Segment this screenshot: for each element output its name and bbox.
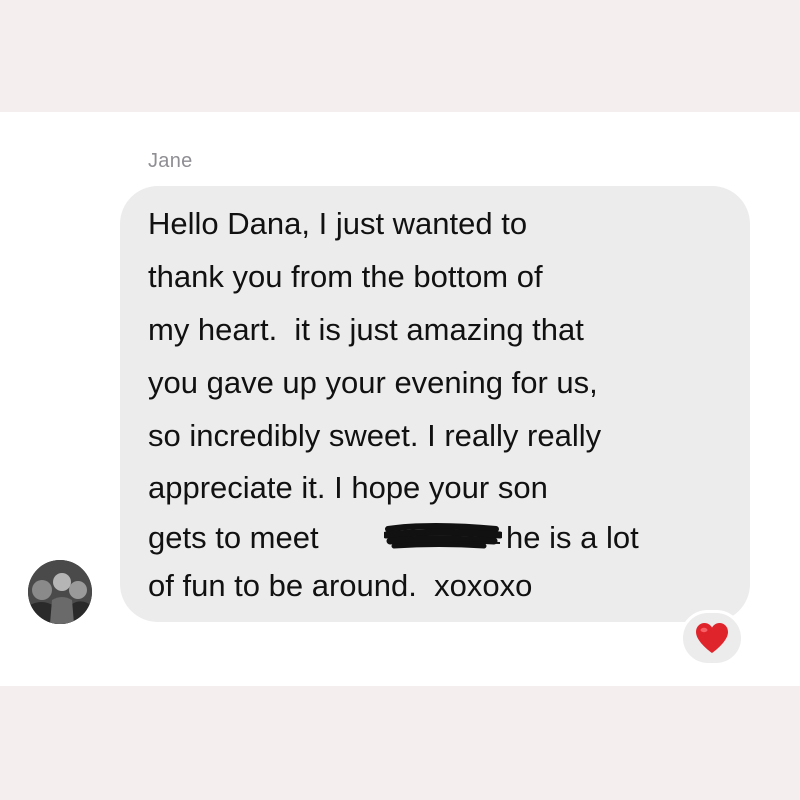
message-line: gets to meet (148, 520, 319, 555)
message-line: thank you from the bottom of (148, 259, 543, 294)
top-background (0, 0, 800, 112)
redaction-scribble (384, 523, 502, 549)
heart-icon (696, 623, 728, 653)
message-line: he is a lot (506, 520, 639, 555)
message-line: Hello Dana, I just wanted to (148, 206, 528, 241)
avatar[interactable] (28, 560, 92, 624)
reaction-badge[interactable] (680, 610, 744, 666)
message-line: so incredibly sweet. I really really (148, 418, 602, 453)
message-line: my heart. it is just amazing that (148, 312, 584, 347)
message-line: you gave up your evening for us, (148, 365, 598, 400)
message-line: of fun to be around. xoxoxo (148, 568, 533, 603)
message-line: appreciate it. I hope your son (148, 470, 548, 505)
sender-name: Jane (148, 150, 193, 172)
message-bubble[interactable] (120, 186, 750, 622)
bottom-background (0, 686, 800, 800)
avatar-photo (28, 560, 92, 624)
